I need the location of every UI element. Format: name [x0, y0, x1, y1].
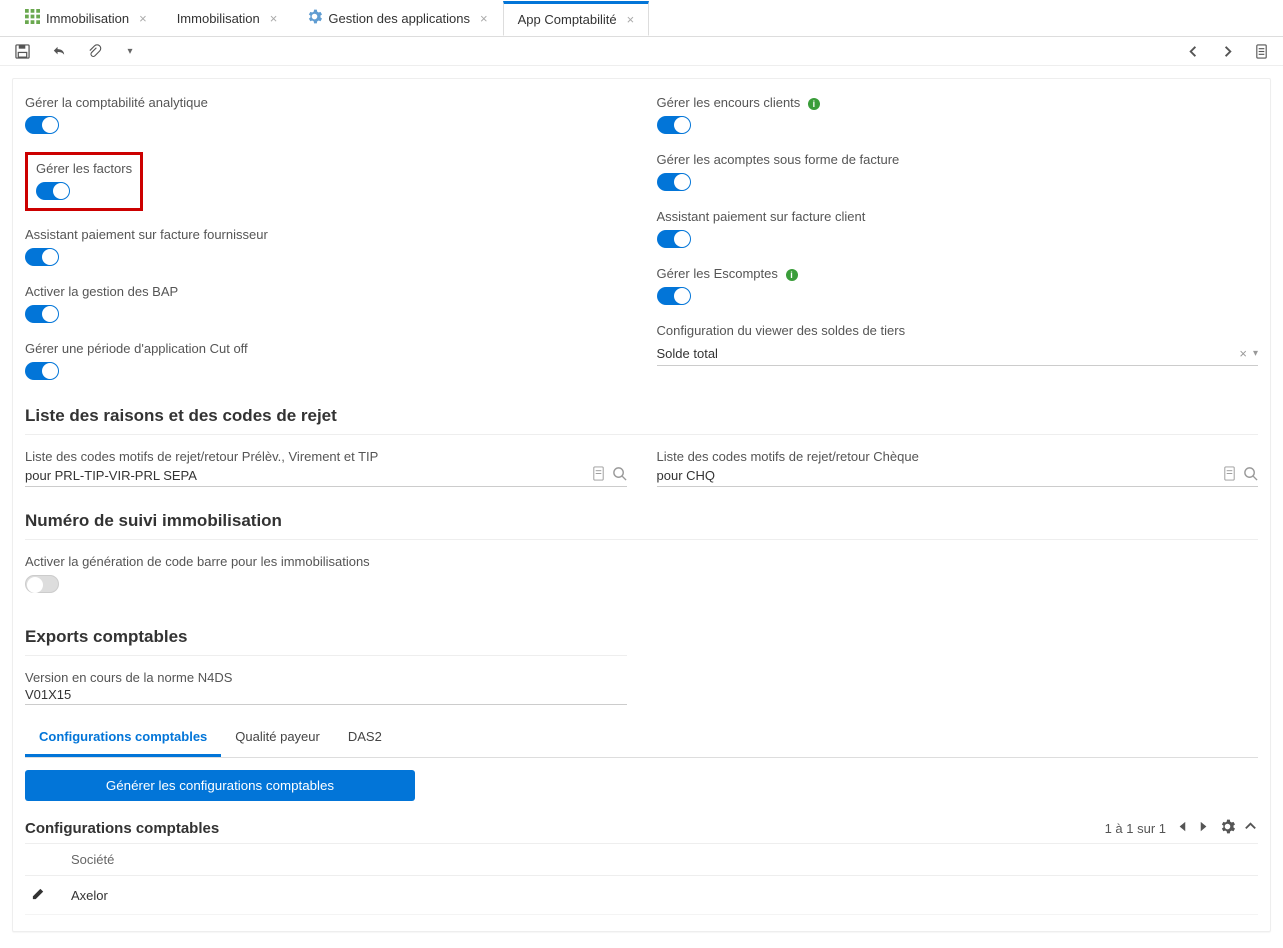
field-label: Gérer les factors: [36, 161, 132, 176]
field-barcode-generation: Activer la génération de code barre pour…: [25, 554, 1258, 593]
select-input[interactable]: Solde total × ▾: [657, 342, 1259, 366]
field-label: Liste des codes motifs de rejet/retour P…: [25, 449, 378, 464]
chevron-down-icon[interactable]: ▾: [1253, 348, 1258, 359]
toggle-switch[interactable]: [657, 116, 691, 134]
inner-tab-config[interactable]: Configurations comptables: [25, 719, 221, 757]
inner-tabs: Configurations comptables Qualité payeur…: [25, 719, 1258, 758]
toggle-switch[interactable]: [36, 182, 70, 200]
field-label: Gérer une période d'application Cut off: [25, 341, 248, 356]
input-value: V01X15: [25, 687, 627, 702]
lookup-input[interactable]: pour PRL-TIP-VIR-PRL SEPA: [25, 464, 627, 487]
config-table-title: Configurations comptables: [25, 820, 219, 837]
document-icon[interactable]: [1253, 43, 1269, 59]
tab-label: Immobilisation: [177, 11, 260, 26]
field-analytic-accounting: Gérer la comptabilité analytique: [25, 95, 627, 134]
grid-icon: [25, 9, 40, 27]
field-label: Gérer les Escomptes: [657, 266, 778, 281]
more-dropdown-icon[interactable]: ▾: [122, 43, 138, 59]
next-icon[interactable]: [1219, 43, 1235, 59]
field-label: Gérer les encours clients: [657, 95, 801, 110]
input-value: pour CHQ: [657, 468, 1223, 483]
field-label: Assistant paiement sur facture client: [657, 209, 866, 224]
field-client-payment-wizard: Assistant paiement sur facture client: [657, 209, 1259, 248]
document-icon[interactable]: [591, 466, 606, 484]
section-title-export: Exports comptables: [25, 627, 627, 656]
tabs-bar: Immobilisation × Immobilisation × Gestio…: [0, 0, 1283, 37]
table-column-header[interactable]: Société: [65, 844, 1258, 876]
search-icon[interactable]: [612, 466, 627, 484]
info-icon[interactable]: i: [786, 269, 798, 281]
edit-icon[interactable]: [31, 889, 46, 904]
select-value: Solde total: [657, 346, 1240, 361]
first-page-icon[interactable]: [1174, 819, 1189, 837]
field-label: Liste des codes motifs de rejet/retour C…: [657, 449, 919, 464]
toggle-switch[interactable]: [25, 362, 59, 380]
field-label: Gérer la comptabilité analytique: [25, 95, 208, 110]
toggle-switch[interactable]: [657, 287, 691, 305]
tab-label: App Comptabilité: [518, 12, 617, 27]
toolbar: ▾: [0, 37, 1283, 66]
prev-icon[interactable]: [1185, 43, 1201, 59]
tab-gestion-applications[interactable]: Gestion des applications ×: [292, 0, 502, 36]
close-icon[interactable]: ×: [139, 11, 147, 26]
toggle-switch[interactable]: [25, 575, 59, 593]
paging-label: 1 à 1 sur 1: [1105, 821, 1166, 836]
toggle-switch[interactable]: [25, 116, 59, 134]
toggle-switch[interactable]: [657, 173, 691, 191]
table-cell: Axelor: [65, 876, 1258, 915]
attachment-icon[interactable]: [86, 43, 102, 59]
info-icon[interactable]: i: [808, 98, 820, 110]
field-bap-management: Activer la gestion des BAP: [25, 284, 627, 323]
tab-immobilisation-1[interactable]: Immobilisation ×: [10, 0, 162, 36]
close-icon[interactable]: ×: [270, 11, 278, 26]
search-icon[interactable]: [1243, 466, 1258, 484]
main-card: Gérer la comptabilité analytique Gérer l…: [12, 78, 1271, 932]
toggle-switch[interactable]: [25, 305, 59, 323]
clear-icon[interactable]: ×: [1239, 346, 1247, 361]
field-client-outstanding: Gérer les encours clients i: [657, 95, 1259, 134]
field-label: Gérer les acomptes sous forme de facture: [657, 152, 900, 167]
field-label: Assistant paiement sur facture fournisse…: [25, 227, 268, 242]
section-title-immo: Numéro de suivi immobilisation: [25, 511, 1258, 540]
field-label: Version en cours de la norme N4DS: [25, 670, 232, 685]
text-input[interactable]: V01X15: [25, 685, 627, 705]
undo-icon[interactable]: [50, 43, 66, 59]
last-page-icon[interactable]: [1197, 819, 1212, 837]
generate-config-button[interactable]: Générer les configurations comptables: [25, 770, 415, 801]
field-supplier-payment-wizard: Assistant paiement sur facture fournisse…: [25, 227, 627, 266]
input-value: pour PRL-TIP-VIR-PRL SEPA: [25, 468, 591, 483]
field-label: Activer la gestion des BAP: [25, 284, 178, 299]
tab-immobilisation-2[interactable]: Immobilisation ×: [162, 2, 293, 35]
field-deposit-invoice: Gérer les acomptes sous forme de facture: [657, 152, 1259, 191]
tab-label: Immobilisation: [46, 11, 129, 26]
document-icon[interactable]: [1222, 466, 1237, 484]
highlighted-field-factors: Gérer les factors: [25, 152, 143, 211]
field-cutoff-period: Gérer une période d'application Cut off: [25, 341, 627, 380]
gear-icon: [307, 9, 322, 27]
table-row[interactable]: Axelor: [25, 876, 1258, 915]
config-table: Société Axelor: [25, 844, 1258, 915]
toggle-switch[interactable]: [25, 248, 59, 266]
close-icon[interactable]: ×: [480, 11, 488, 26]
field-discounts: Gérer les Escomptes i: [657, 266, 1259, 305]
close-icon[interactable]: ×: [627, 12, 635, 27]
tab-label: Gestion des applications: [328, 11, 470, 26]
gear-icon[interactable]: [1220, 819, 1235, 837]
section-title-reject: Liste des raisons et des codes de rejet: [25, 406, 1258, 435]
field-label: Configuration du viewer des soldes de ti…: [657, 323, 906, 338]
toggle-switch[interactable]: [657, 230, 691, 248]
field-label: Activer la génération de code barre pour…: [25, 554, 370, 569]
save-icon[interactable]: [14, 43, 30, 59]
lookup-input[interactable]: pour CHQ: [657, 464, 1259, 487]
tab-app-comptabilite[interactable]: App Comptabilité ×: [503, 1, 650, 36]
field-viewer-config: Configuration du viewer des soldes de ti…: [657, 323, 1259, 366]
chevron-up-icon[interactable]: [1243, 819, 1258, 837]
inner-tab-qualite[interactable]: Qualité payeur: [221, 719, 334, 757]
inner-tab-das2[interactable]: DAS2: [334, 719, 396, 757]
